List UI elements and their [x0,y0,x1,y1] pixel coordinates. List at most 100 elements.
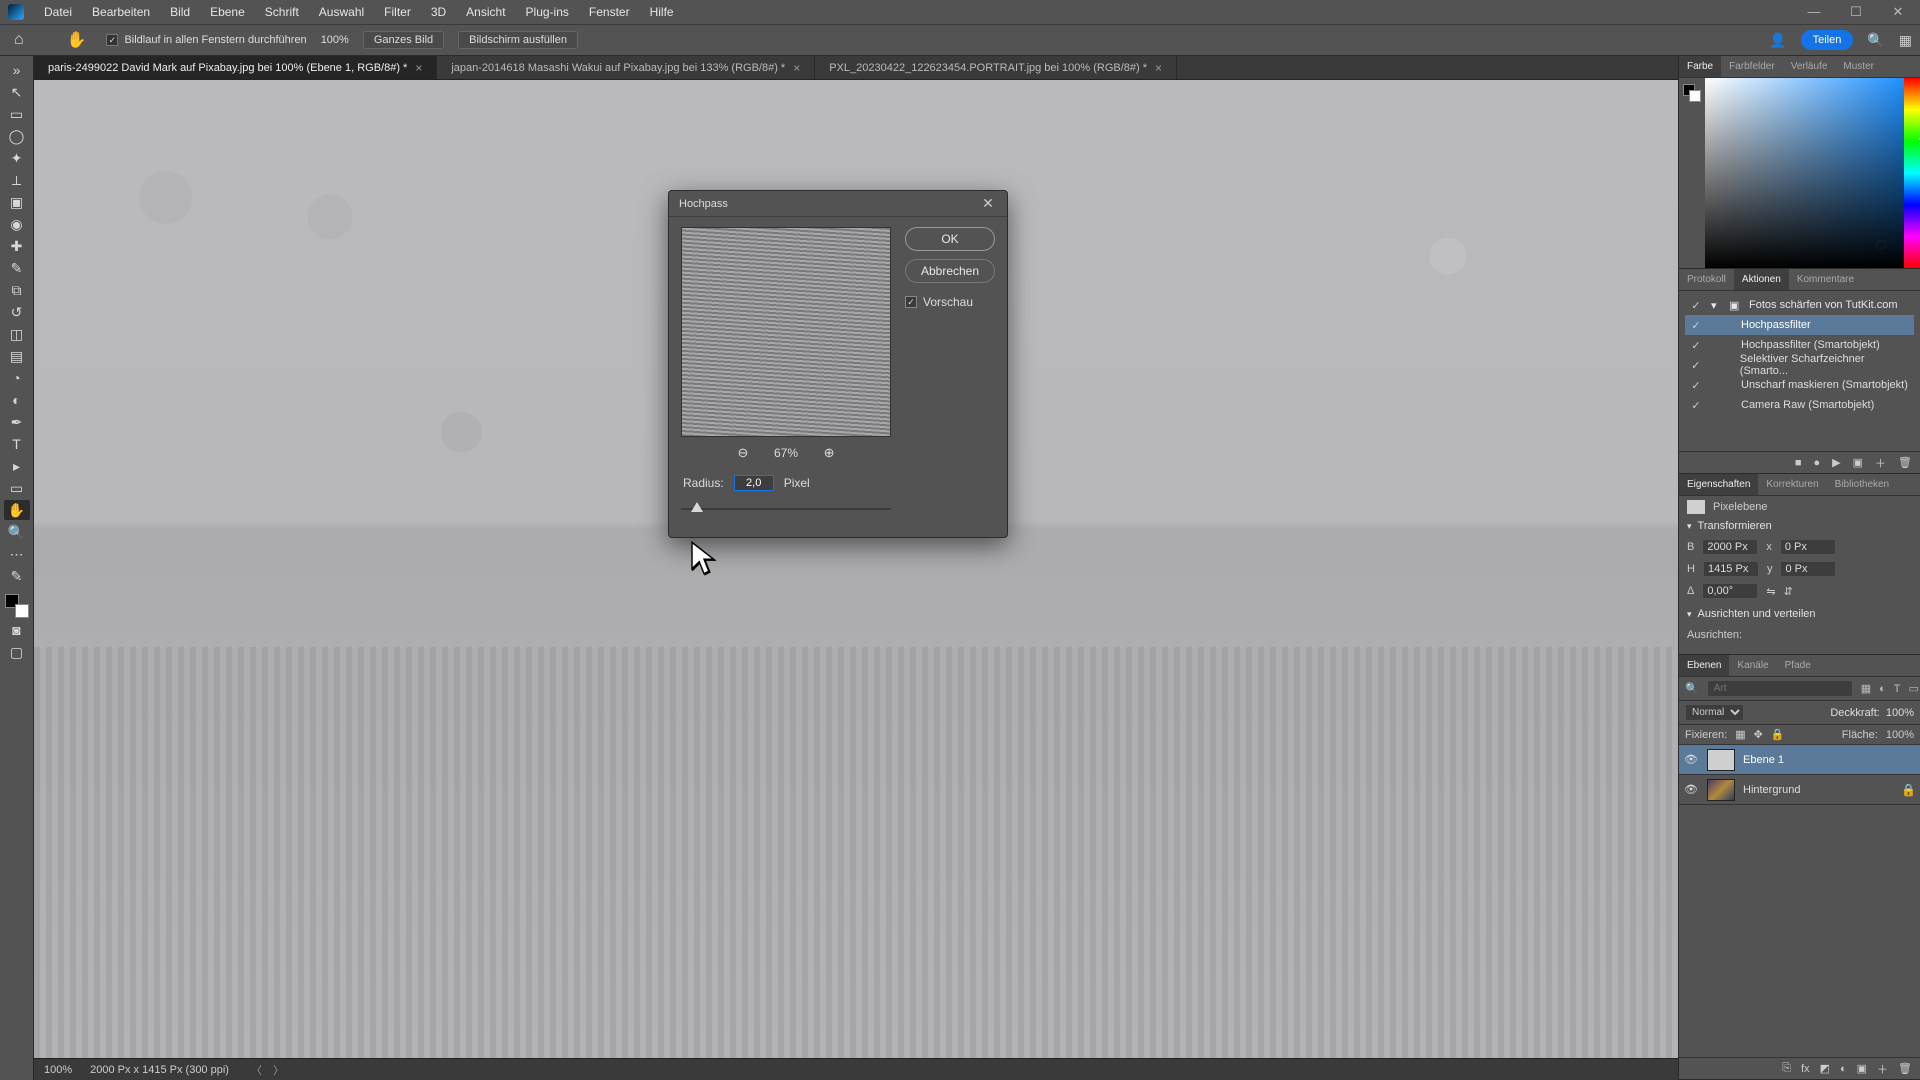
filter-type-icon[interactable]: T [1894,683,1901,695]
layer-thumb[interactable] [1707,779,1735,801]
layer-row[interactable]: 👁 Ebene 1 [1679,745,1920,775]
quickmask-icon[interactable]: ◙ [4,620,30,640]
lock-icon[interactable]: 🔒 [1901,783,1916,797]
visibility-icon[interactable]: ✓ [1689,299,1703,312]
fill-value[interactable]: 100% [1886,729,1914,741]
search-icon[interactable]: 🔍 [1867,32,1884,49]
document-tab[interactable]: japan-2014618 Masashi Wakui auf Pixabay.… [437,56,815,79]
mask-icon[interactable]: ◩ [1820,1062,1830,1075]
menu-edit[interactable]: Bearbeiten [84,5,158,19]
fit-screen-button[interactable]: Ganzes Bild [363,31,444,49]
pen-tool[interactable]: ✒ [4,412,30,432]
group-icon[interactable]: ▣ [1857,1062,1867,1075]
quick-select-tool[interactable]: ✦ [4,148,30,168]
hand-tool[interactable]: ✋ [4,500,30,520]
filter-shape-icon[interactable]: ▭ [1909,682,1919,695]
y-input[interactable] [1780,561,1836,577]
adjustment-icon[interactable]: ◐ [1840,1063,1847,1075]
tab-comments[interactable]: Kommentare [1789,269,1862,290]
layer-name[interactable]: Ebene 1 [1743,754,1784,766]
color-field[interactable] [1705,78,1904,268]
width-input[interactable] [1702,539,1758,555]
action-item[interactable]: ✓ Hochpassfilter [1685,315,1914,335]
dialog-preview[interactable] [681,227,891,437]
history-brush-tool[interactable]: ↺ [4,302,30,322]
visibility-icon[interactable]: ✓ [1689,359,1703,372]
lasso-tool[interactable]: ◯ [4,126,30,146]
trash-icon[interactable]: 🗑 [1898,1062,1912,1075]
workspace-icon[interactable]: ▦ [1899,32,1912,49]
align-section[interactable]: ▾ Ausrichten und verteilen [1687,608,1912,620]
menu-type[interactable]: Schrift [257,5,307,19]
dodge-tool[interactable]: ◐ [4,390,30,410]
visibility-icon[interactable]: 👁 [1683,753,1699,766]
hue-slider[interactable] [1904,78,1920,268]
menu-layer[interactable]: Ebene [202,5,253,19]
tab-layers[interactable]: Ebenen [1679,655,1729,676]
link-icon[interactable]: ⎘ [1782,1062,1791,1075]
visibility-icon[interactable]: ✓ [1689,339,1703,352]
angle-input[interactable] [1702,583,1758,599]
lock-pixels-icon[interactable]: ▦ [1735,728,1745,741]
window-close-icon[interactable]: ✕ [1884,4,1912,20]
chevron-down-icon[interactable]: ▾ [1711,299,1721,312]
visibility-icon[interactable]: ✓ [1689,399,1703,412]
menu-select[interactable]: Auswahl [311,5,372,19]
slider-thumb-icon[interactable] [691,502,703,512]
move-tool[interactable]: ↖ [4,82,30,102]
tab-swatches[interactable]: Farbfelder [1721,56,1783,77]
zoom-value[interactable]: 100% [321,34,349,46]
blend-mode-select[interactable]: Normal [1685,704,1744,721]
toolbox-toggle-icon[interactable]: » [4,60,30,80]
ok-button[interactable]: OK [905,227,995,251]
zoom-in-icon[interactable]: ⊕ [820,445,838,461]
stop-icon[interactable]: ■ [1795,457,1802,469]
window-minimize-icon[interactable]: — [1800,4,1828,20]
zoom-tool[interactable]: 🔍 [4,522,30,542]
share-button[interactable]: Teilen [1801,30,1854,50]
action-item[interactable]: ✓ Unscharf maskieren (Smartobjekt) [1685,375,1914,395]
tab-libraries[interactable]: Bibliotheken [1827,474,1897,495]
tab-color[interactable]: Farbe [1679,56,1721,77]
menu-help[interactable]: Hilfe [642,5,682,19]
record-icon[interactable]: ● [1814,457,1821,469]
filter-adjust-icon[interactable]: ◐ [1879,683,1886,695]
action-item[interactable]: ✓ Hochpassfilter (Smartobjekt) [1685,335,1914,355]
fx-icon[interactable]: fx [1801,1063,1810,1075]
marquee-tool[interactable]: ▭ [4,104,30,124]
crop-tool[interactable]: ⟂ [4,170,30,190]
action-item[interactable]: ✓ Selektiver Scharfzeichner (Smarto... [1685,355,1914,375]
new-layer-icon[interactable]: ＋ [1877,1061,1888,1077]
flip-v-icon[interactable]: ⇵ [1784,585,1793,598]
layer-row[interactable]: 👁 Hintergrund 🔒 [1679,775,1920,805]
hand-tool-icon[interactable]: ✋ [61,30,93,50]
radius-input[interactable] [734,475,774,491]
visibility-icon[interactable]: 👁 [1683,783,1699,796]
tab-gradients[interactable]: Verläufe [1783,56,1836,77]
cancel-button[interactable]: Abbrechen [905,259,995,283]
tab-patterns[interactable]: Muster [1835,56,1882,77]
type-tool[interactable]: T [4,434,30,454]
eyedropper-tool[interactable]: ◉ [4,214,30,234]
new-set-icon[interactable]: ▣ [1853,456,1863,469]
eraser-tool[interactable]: ◫ [4,324,30,344]
shape-tool[interactable]: ▭ [4,478,30,498]
layer-thumb[interactable] [1707,749,1735,771]
x-input[interactable] [1780,539,1836,555]
dialog-titlebar[interactable]: Hochpass ✕ [669,191,1007,217]
close-icon[interactable]: × [415,61,422,75]
search-icon[interactable]: 🔍 [1685,682,1699,695]
fill-screen-button[interactable]: Bildschirm ausfüllen [458,31,578,49]
screenmode-icon[interactable]: ▢ [4,642,30,662]
trash-icon[interactable]: 🗑 [1898,456,1912,469]
canvas[interactable]: Hochpass ✕ ⊖ 67% ⊕ Radius: [34,80,1678,1058]
lock-position-icon[interactable]: ✥ [1754,728,1763,741]
user-icon[interactable]: 👤 [1769,32,1786,49]
status-zoom[interactable]: 100% [44,1064,72,1076]
close-icon[interactable]: × [1155,61,1162,75]
tab-channels[interactable]: Kanäle [1729,655,1776,676]
tab-actions[interactable]: Aktionen [1734,269,1789,290]
play-icon[interactable]: ▶ [1832,456,1840,469]
tab-adjustments[interactable]: Korrekturen [1758,474,1826,495]
preview-checkbox[interactable]: ✓ Vorschau [905,295,995,309]
